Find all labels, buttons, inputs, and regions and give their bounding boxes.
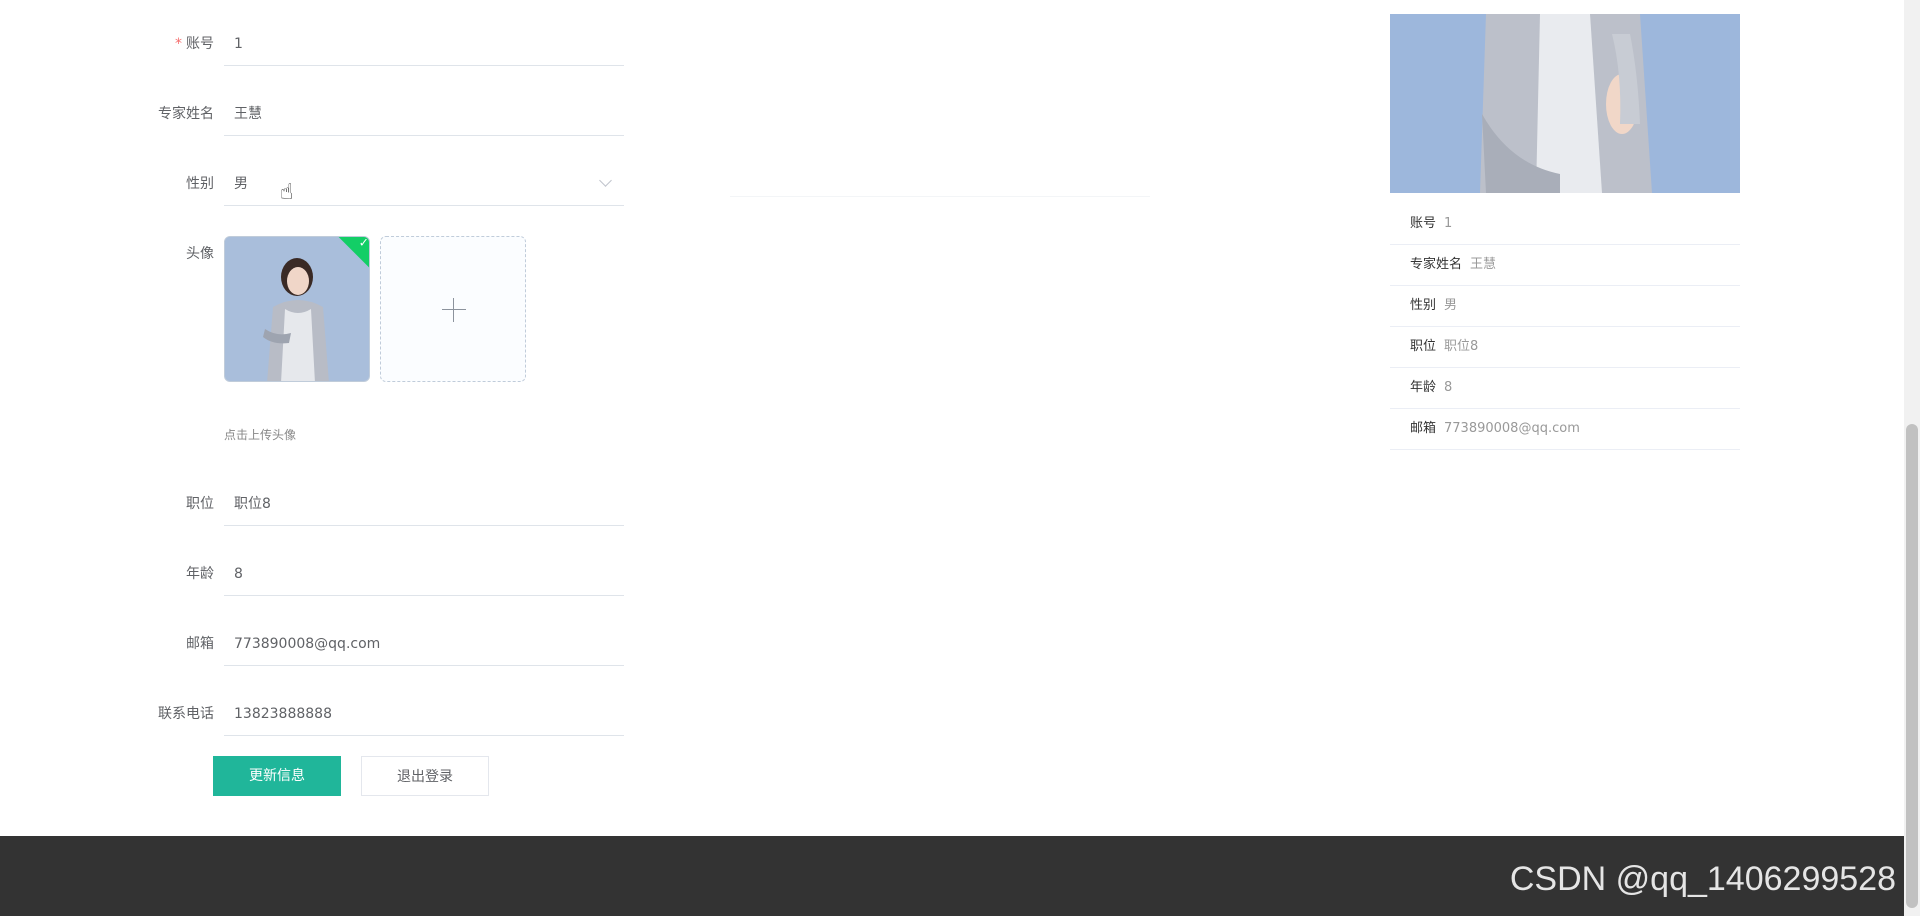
- scrollbar-thumb[interactable]: [1906, 424, 1918, 908]
- info-key: 邮箱: [1410, 421, 1437, 436]
- info-row-expert-name: 专家姓名 王慧: [1390, 245, 1740, 286]
- avatar-thumbnail[interactable]: ✓: [224, 236, 370, 382]
- age-input[interactable]: 8: [224, 552, 624, 596]
- plus-icon: [442, 309, 466, 310]
- info-row-age: 年龄 8: [1390, 368, 1740, 409]
- info-row-position: 职位 职位8: [1390, 327, 1740, 368]
- check-icon: ✓: [358, 236, 369, 250]
- avatar-upload-tip: 点击上传头像: [224, 428, 297, 442]
- expert-name-label: 专家姓名: [158, 106, 214, 122]
- footer: CSDN @qq_1406299528: [0, 836, 1904, 916]
- hand-cursor-icon: ☝: [280, 180, 294, 205]
- phone-input[interactable]: 13823888888: [224, 692, 624, 736]
- info-value: 男: [1444, 298, 1458, 313]
- account-input[interactable]: 1: [224, 22, 624, 66]
- info-value: 8: [1444, 380, 1453, 395]
- avatar-photo: [225, 237, 369, 381]
- logout-button[interactable]: 退出登录: [361, 756, 489, 796]
- info-list: 账号 1 专家姓名 王慧 性别男 职位 职位8 年龄 8 邮箱 773890008@qq.…: [1390, 204, 1740, 450]
- csdn-watermark: CSDN @qq_1406299528: [1509, 860, 1896, 898]
- form-row-gender: 性别 男: [0, 174, 630, 244]
- info-key: 性别: [1410, 298, 1437, 313]
- profile-image: [1390, 14, 1740, 193]
- position-input[interactable]: 职位8: [224, 482, 624, 526]
- info-row-gender: 性别男: [1390, 286, 1740, 327]
- info-value: 773890008@qq.com: [1444, 421, 1580, 436]
- info-value: 职位8: [1444, 339, 1479, 354]
- email-input[interactable]: 773890008@qq.com: [224, 622, 624, 666]
- info-value: 王慧: [1470, 257, 1497, 272]
- background-decoration: [730, 196, 1150, 197]
- gender-label: 性别: [186, 176, 214, 192]
- required-mark: *: [175, 36, 182, 52]
- info-key: 职位: [1410, 339, 1437, 354]
- info-key: 专家姓名: [1410, 257, 1463, 272]
- profile-photo: [1390, 14, 1740, 193]
- gender-selected-value: 男: [234, 176, 248, 192]
- expert-name-input[interactable]: 王慧: [224, 92, 624, 136]
- info-row-account: 账号 1: [1390, 204, 1740, 245]
- avatar-label: 头像: [186, 246, 214, 262]
- profile-page: * 账号 1 专家姓名 王慧 性别 男 头像 ✓ 点击上传头像 职位 职位8 年…: [0, 0, 1920, 916]
- account-label: * 账号: [175, 36, 214, 52]
- info-key: 账号: [1410, 216, 1437, 231]
- age-label: 年龄: [186, 566, 214, 582]
- info-key: 年龄: [1410, 380, 1437, 395]
- phone-label: 联系电话: [158, 706, 214, 722]
- info-value: 1: [1444, 216, 1453, 231]
- chevron-down-icon: [599, 174, 612, 187]
- info-row-email: 邮箱 773890008@qq.com: [1390, 409, 1740, 450]
- avatar-upload-button[interactable]: [380, 236, 526, 382]
- update-info-button[interactable]: 更新信息: [213, 756, 341, 796]
- position-label: 职位: [186, 496, 214, 512]
- email-label: 邮箱: [186, 636, 214, 652]
